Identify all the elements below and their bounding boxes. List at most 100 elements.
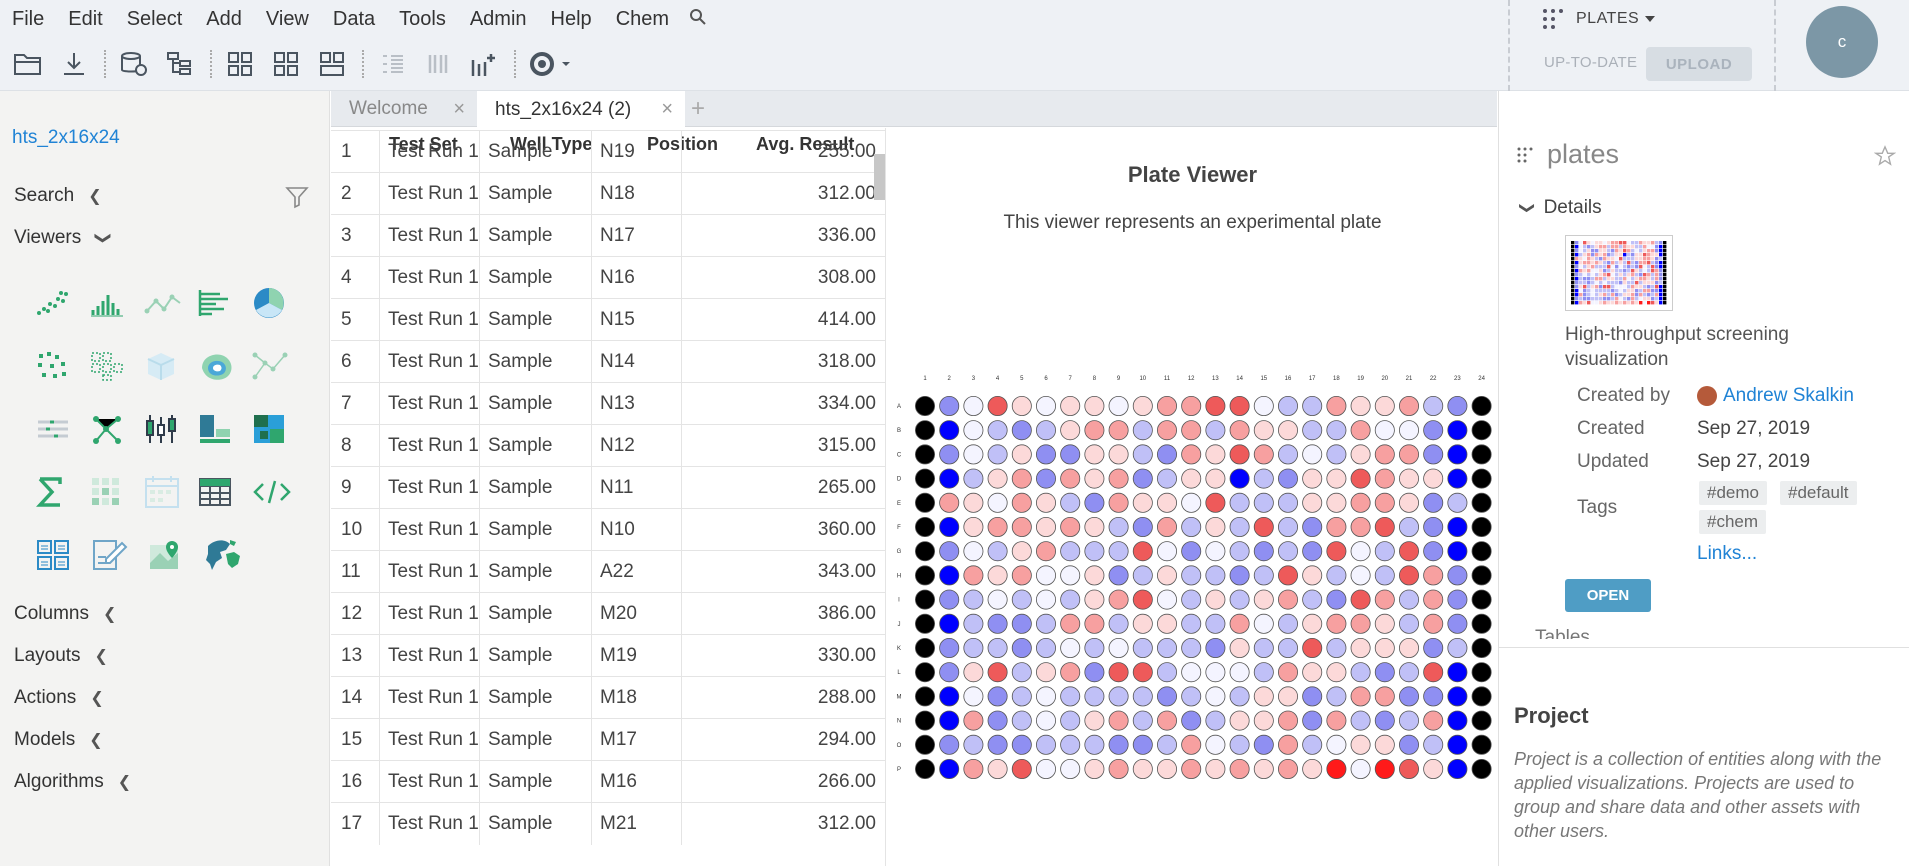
plate-well[interactable] [1302,468,1323,489]
plate-well[interactable] [1156,395,1177,417]
plate-well[interactable] [1277,492,1298,513]
table-cell[interactable]: Sample [479,131,591,173]
pie-chart-icon[interactable] [252,283,306,323]
plate-well[interactable] [1277,637,1298,658]
vertical-scrollbar[interactable] [874,154,885,200]
plate-well[interactable] [1326,444,1347,465]
plate-well[interactable] [1084,565,1105,586]
plate-well[interactable] [1302,613,1323,634]
plate-well[interactable] [1132,468,1153,489]
plate-grid[interactable]: 1 2 3 4 5 6 7 8 9 10 11 12 13 14 15 16 17 18 19 20 21 22 23 24A… [888,371,1497,781]
mosaic-grid-icon[interactable] [90,472,144,512]
plate-well[interactable] [1156,662,1177,683]
plate-well[interactable] [1302,516,1323,537]
plate-well[interactable] [1398,637,1419,658]
plate-well[interactable] [1253,395,1274,417]
plate-well[interactable] [1423,444,1444,465]
table-row[interactable]: 11 Test Run 1 Sample A22 343.00 [331,550,885,593]
plate-well[interactable] [1108,492,1129,513]
search-icon[interactable] [689,8,707,31]
plate-well[interactable] [1132,613,1153,634]
section-search[interactable]: Search ❮ [14,185,102,207]
plate-well[interactable] [914,516,936,537]
plate-well[interactable] [939,492,960,513]
user-avatar[interactable]: c [1806,6,1878,78]
plate-well[interactable] [939,468,960,489]
plate-well[interactable] [1229,420,1250,441]
table-row[interactable]: 1 Test Run 1 Sample N19 255.00 [331,130,885,173]
plate-well[interactable] [963,758,984,779]
plate-well[interactable] [1326,420,1347,441]
plate-well[interactable] [914,420,936,441]
menu-help[interactable]: Help [551,8,592,31]
plate-well[interactable] [1060,468,1081,489]
plate-well[interactable] [963,492,984,513]
plate-well[interactable] [1205,516,1226,537]
plate-well[interactable] [1181,734,1202,755]
layout-grid-icon[interactable] [268,47,304,81]
plate-well[interactable] [1423,492,1444,513]
plate-well[interactable] [1398,734,1419,755]
plate-well[interactable] [1205,758,1226,779]
plate-well[interactable] [1060,565,1081,586]
plate-well[interactable] [1374,420,1395,441]
plate-well[interactable] [963,541,984,562]
plate-well[interactable] [1205,541,1226,562]
plate-well[interactable] [1156,468,1177,489]
plate-well[interactable] [1084,492,1105,513]
links-link[interactable]: Links... [1697,543,1757,565]
plate-well[interactable] [1374,589,1395,610]
plate-well[interactable] [1423,541,1444,562]
plate-well[interactable] [1302,686,1323,707]
table-cell[interactable]: M18 [591,677,681,719]
plate-well[interactable] [1156,758,1177,779]
plate-well[interactable] [1471,734,1492,755]
plate-well[interactable] [1253,637,1274,658]
table-cell[interactable]: Test Run 1 [379,467,479,509]
plate-well[interactable] [1084,395,1105,417]
plate-well[interactable] [1471,686,1492,707]
table-row[interactable]: 15 Test Run 1 Sample M17 294.00 [331,718,885,761]
menu-chem[interactable]: Chem [616,8,669,31]
plate-well[interactable] [1277,444,1298,465]
plate-well[interactable] [1326,541,1347,562]
form-editor-icon[interactable] [92,535,148,575]
plate-well[interactable] [1035,395,1056,417]
table-cell[interactable]: Test Run 1 [379,551,479,593]
plate-well[interactable] [1084,613,1105,634]
plate-well[interactable] [1181,589,1202,610]
table-cell[interactable]: Sample [479,257,591,299]
correlation-plot-icon[interactable] [90,346,144,386]
plate-well[interactable] [1181,444,1202,465]
row-number[interactable]: 10 [331,509,379,551]
plate-well[interactable] [1374,541,1395,562]
plate-well[interactable] [1302,589,1323,610]
plate-well[interactable] [1398,395,1419,417]
plate-well[interactable] [1302,541,1323,562]
row-number[interactable]: 5 [331,299,379,341]
plate-well[interactable] [1060,395,1081,417]
table-cell[interactable]: Test Run 1 [379,593,479,635]
table-row[interactable]: 17 Test Run 1 Sample M21 312.00 [331,802,885,845]
plate-well[interactable] [1302,710,1323,731]
plate-well[interactable] [1156,613,1177,634]
plate-well[interactable] [1011,541,1032,562]
plate-well[interactable] [1471,516,1492,537]
table-cell[interactable]: Test Run 1 [379,215,479,257]
plate-well[interactable] [1326,395,1347,417]
row-number[interactable]: 12 [331,593,379,635]
star-icon[interactable] [1874,145,1896,167]
plate-well[interactable] [1374,516,1395,537]
scatter-plot-icon[interactable] [36,283,90,323]
plate-well[interactable] [1108,710,1129,731]
upload-button[interactable]: UPLOAD [1646,47,1752,81]
plate-well[interactable] [1035,492,1056,513]
table-cell[interactable]: Test Run 1 [379,173,479,215]
plate-well[interactable] [1447,758,1468,779]
plate-well[interactable] [1205,686,1226,707]
plate-well[interactable] [1205,662,1226,683]
table-cell[interactable]: M20 [591,593,681,635]
plate-well[interactable] [1398,662,1419,683]
plate-well[interactable] [1447,637,1468,658]
plate-well[interactable] [1035,734,1056,755]
